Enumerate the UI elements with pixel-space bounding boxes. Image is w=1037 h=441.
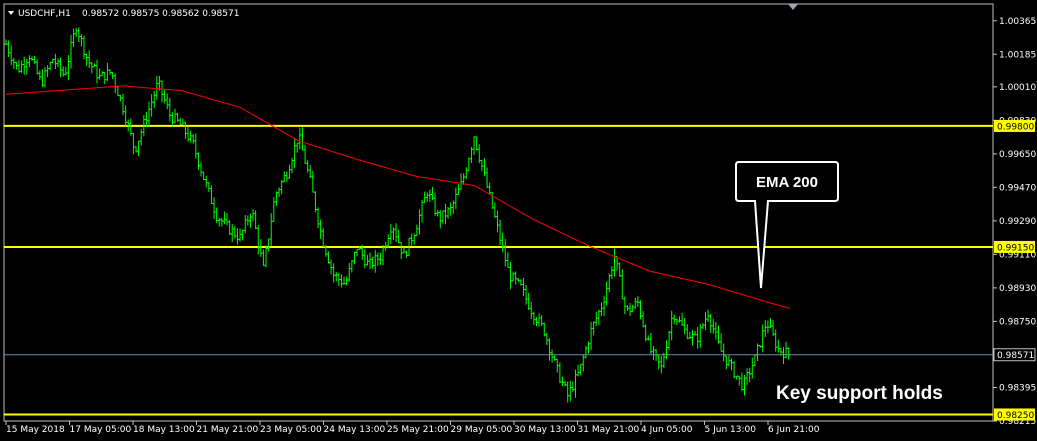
chart-frame: [3, 3, 994, 422]
ema-callout-label: EMA 200: [756, 174, 818, 191]
time-tick-label: 6 Jun 21:00: [768, 425, 820, 435]
time-tick-label: 29 May 05:00: [451, 425, 513, 435]
time-tick-label: 30 May 13:00: [514, 425, 576, 435]
time-tick-label: 15 May 2018: [6, 425, 65, 435]
time-tick-label: 18 May 13:00: [133, 425, 195, 435]
symbol-label: USDCHF,H1: [18, 9, 71, 19]
price-tick-label: 0.99290: [999, 217, 1036, 227]
time-tick-label: 23 May 05:00: [260, 425, 322, 435]
price-tick-label: 0.98930: [999, 284, 1036, 294]
ohlc-readout: 0.98572 0.98575 0.98562 0.98571: [82, 9, 239, 19]
price-tick-label: 1.00365: [999, 17, 1036, 27]
price-tick-label: 1.00010: [999, 83, 1036, 93]
time-tick-label: 5 Jun 13:00: [705, 425, 757, 435]
support-annotation: Key support holds: [776, 383, 943, 404]
price-tick-label: 0.98750: [999, 317, 1036, 327]
time-tick-label: 25 May 21:00: [387, 425, 449, 435]
time-tick-label: 21 May 21:00: [197, 425, 259, 435]
price-tick-label: 0.99650: [999, 150, 1036, 160]
current-price-label: 0.98571: [997, 351, 1034, 361]
time-tick-label: 4 Jun 05:00: [641, 425, 693, 435]
price-tick-label: 0.98395: [999, 383, 1036, 393]
time-tick-label: 31 May 21:00: [578, 425, 640, 435]
time-tick-label: 24 May 13:00: [324, 425, 386, 435]
level-price-label: 0.99800: [997, 122, 1034, 132]
price-tick-label: 1.00185: [999, 50, 1036, 60]
price-tick-label: 0.99470: [999, 183, 1036, 193]
time-tick-label: 17 May 05:00: [70, 425, 132, 435]
level-price-label: 0.99150: [997, 243, 1034, 253]
level-price-label: 0.98250: [997, 411, 1034, 421]
price-chart[interactable]: USDCHF,H1 0.98572 0.98575 0.98562 0.9857…: [0, 0, 1037, 441]
